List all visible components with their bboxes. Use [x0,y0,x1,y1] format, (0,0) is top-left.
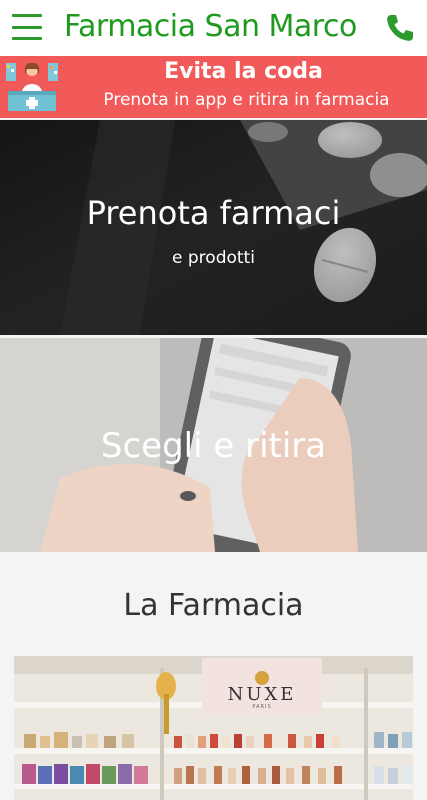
section-title: La Farmacia [123,588,304,623]
pharmacist-counter-icon [6,62,58,111]
phone-icon[interactable] [384,12,416,44]
tile-subtitle: e prodotti [172,248,255,268]
brand-logo-subtext: PARIS [252,704,271,710]
pharmacy-section: La Farmacia NUXE PARIS [0,552,427,800]
hamburger-menu-icon[interactable] [12,14,42,40]
app-title: Farmacia San Marco [64,9,357,44]
brand-logo-text: NUXE [228,684,297,705]
tile-title: Prenota farmaci [86,194,341,232]
tile-title: Scegli e ritira [100,426,327,466]
app-header: Farmacia San Marco [0,0,427,56]
pharmacy-interior-photo[interactable]: NUXE PARIS [14,656,413,800]
reserve-medicines-tile[interactable]: Prenota farmaci e prodotti [0,120,427,335]
promo-banner[interactable]: Evita la coda Prenota in app e ritira in… [0,56,427,118]
banner-title: Evita la coda [164,59,323,84]
banner-subtitle: Prenota in app e ritira in farmacia [103,90,390,110]
pharmacy-shelves-image: NUXE PARIS [14,656,413,800]
choose-and-pickup-tile[interactable]: Scegli e ritira [0,338,427,552]
